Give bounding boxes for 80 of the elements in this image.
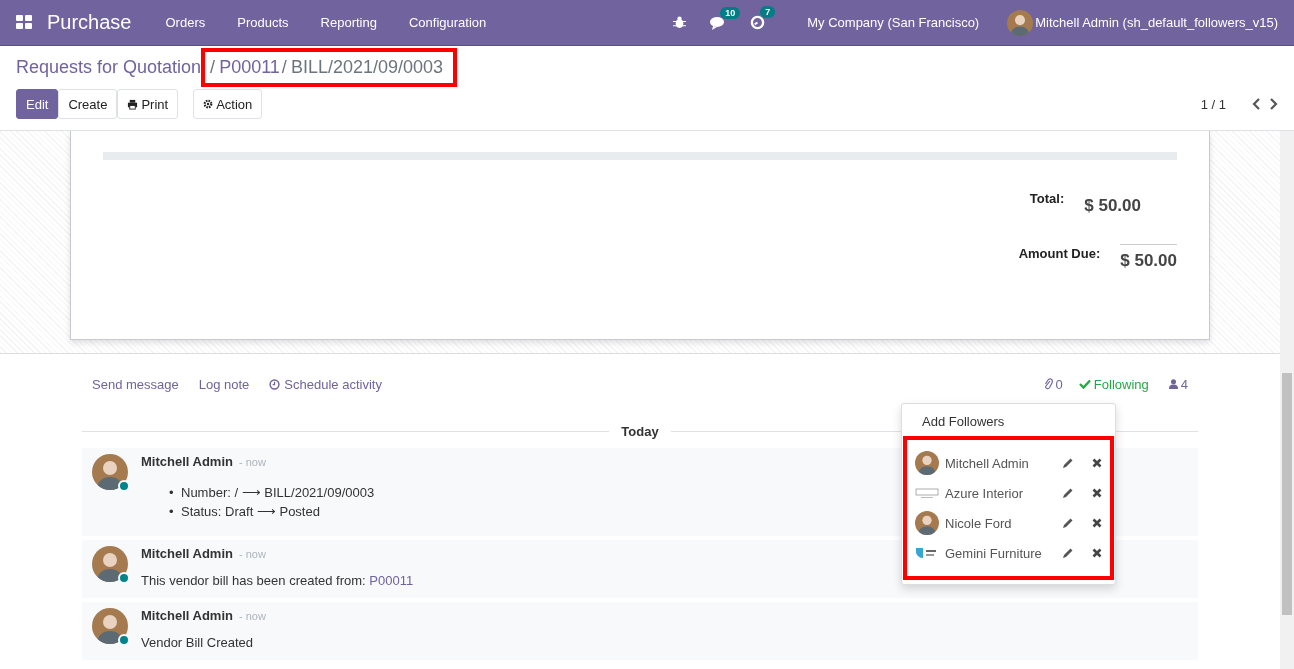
attachments-button[interactable]: 0 — [1043, 376, 1063, 392]
chatter-action[interactable]: Send message — [92, 376, 179, 392]
total-label: Amount Due: — [1018, 246, 1101, 261]
bug-icon[interactable] — [673, 16, 687, 29]
paperclip-icon — [1043, 378, 1053, 390]
next-icon[interactable] — [1268, 98, 1278, 110]
online-status-dot — [118, 634, 130, 646]
clock-icon[interactable] — [750, 15, 766, 30]
follower-avatar — [915, 451, 939, 475]
checkmark-icon — [1078, 379, 1091, 389]
follower-name[interactable]: Nicole Ford — [945, 515, 1044, 531]
online-status-dot — [118, 572, 130, 584]
author-avatar — [92, 546, 128, 582]
breadcrumb-separator: / — [281, 57, 287, 78]
message-body: Vendor Bill Created — [141, 635, 254, 650]
tracking-value: Number: / ⟶ BILL/2021/09/0003 — [181, 484, 375, 502]
tracking-value: Status: Draft ⟶ Posted — [181, 503, 320, 521]
toolbar-button[interactable]: Print — [117, 89, 179, 119]
message-author: Mitchell Admin — [141, 546, 233, 561]
activity-count-badge: 7 — [760, 6, 776, 18]
company-logo-icon — [915, 485, 939, 501]
toolbar-button[interactable]: Action — [193, 89, 263, 119]
remove-icon[interactable] — [1092, 488, 1102, 498]
add-followers-item[interactable]: Add Followers — [902, 404, 1115, 436]
bullet: • — [169, 484, 175, 502]
printer-icon — [127, 98, 139, 110]
author-avatar — [92, 454, 128, 490]
date-separator: Today — [621, 423, 659, 439]
followers-button[interactable]: 4 — [1168, 376, 1188, 392]
user-menu[interactable]: Mitchell Admin (sh_default_followers_v15) — [1035, 15, 1278, 30]
message-author: Mitchell Admin — [141, 608, 233, 623]
menu-item[interactable]: Products — [221, 15, 305, 30]
pencil-icon[interactable] — [1062, 457, 1074, 469]
total-label: Total: — [1029, 191, 1065, 206]
record-link[interactable]: P00011 — [369, 573, 414, 588]
message-author: Mitchell Admin — [141, 454, 233, 469]
online-status-dot — [118, 480, 130, 492]
total-value: $ 50.00 — [1120, 244, 1177, 271]
pencil-icon[interactable] — [1062, 487, 1074, 499]
message-time: - now — [238, 548, 266, 560]
app-title[interactable]: Purchase — [47, 11, 132, 34]
follower-name[interactable]: Mitchell Admin — [945, 455, 1044, 471]
toolbar-button[interactable]: Edit — [16, 89, 59, 119]
clock-icon — [269, 378, 281, 390]
person-icon — [1168, 379, 1178, 389]
menu-item[interactable]: Configuration — [392, 15, 503, 30]
company-logo-icon — [915, 545, 939, 561]
chat-icon[interactable] — [710, 15, 727, 30]
breadcrumb-current: BILL/2021/09/0003 — [290, 57, 443, 78]
follower-name[interactable]: Azure Interior — [945, 485, 1044, 501]
follower-avatar — [915, 511, 939, 535]
apps-menu-icon[interactable] — [16, 15, 33, 30]
message-time: - now — [238, 610, 266, 622]
menu-item[interactable]: Orders — [149, 15, 222, 30]
message-time: - now — [238, 456, 266, 468]
breadcrumb-link[interactable]: P00011 — [219, 57, 280, 78]
remove-icon[interactable] — [1092, 548, 1102, 558]
total-value: $ 50.00 — [1084, 195, 1141, 216]
pager-counter: 1 / 1 — [1200, 96, 1226, 112]
previous-icon[interactable] — [1252, 98, 1262, 110]
bullet: • — [169, 503, 175, 521]
user-avatar — [1007, 9, 1034, 36]
follower-name[interactable]: Gemini Furniture — [945, 545, 1044, 561]
chatter-action[interactable]: Schedule activity — [269, 376, 382, 392]
message-body: This vendor bill has been created from: P00011 — [141, 573, 414, 588]
scrollbar[interactable] — [1280, 131, 1294, 669]
remove-icon[interactable] — [1092, 458, 1102, 468]
toolbar-button[interactable]: Create — [58, 89, 118, 119]
chatter-action[interactable]: Log note — [198, 376, 250, 392]
pencil-icon[interactable] — [1062, 517, 1074, 529]
breadcrumb-separator: / — [210, 57, 216, 78]
menu-item[interactable]: Reporting — [304, 15, 393, 30]
remove-icon[interactable] — [1092, 518, 1102, 528]
pencil-icon[interactable] — [1062, 547, 1074, 559]
gear-icon — [203, 99, 214, 109]
author-avatar — [92, 608, 128, 644]
message-count-badge: 10 — [720, 6, 741, 19]
breadcrumb-link[interactable]: Requests for Quotation — [16, 57, 202, 78]
company-switcher[interactable]: My Company (San Francisco) — [807, 15, 980, 30]
following-button[interactable]: Following — [1078, 376, 1149, 392]
